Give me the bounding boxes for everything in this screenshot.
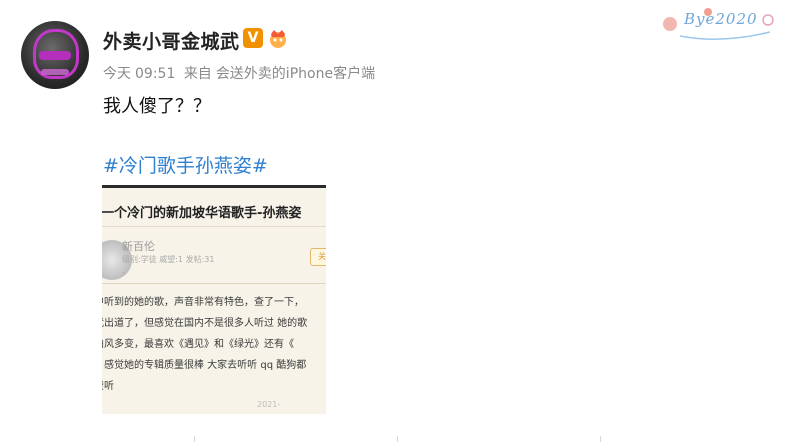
image-line: 曲风多变，最喜欢《遇见》和《绿光》还有《 bbox=[102, 339, 294, 350]
image-line: 就出道了，但感觉在国内不是很多人听过 她的歌 bbox=[102, 318, 308, 329]
post-image[interactable]: 荐一个冷门的新加坡华语歌手-孙燕姿 新百伦 级别:学徒 威望:1 发帖:31 -… bbox=[102, 185, 326, 414]
image-author-name: 新百伦 bbox=[122, 240, 155, 253]
post-source[interactable]: 会送外卖的iPhone客户端 bbox=[216, 66, 375, 82]
image-author-stats: 级别:学徒 威望:1 发帖:31 bbox=[122, 255, 215, 264]
image-title: 荐一个冷门的新加坡华语歌手-孙燕姿 bbox=[102, 206, 302, 221]
post-time[interactable]: 09:51 bbox=[135, 66, 175, 82]
bye2020-text: Bye2020 bbox=[684, 10, 758, 28]
image-divider bbox=[102, 226, 326, 227]
image-footer: 2021- bbox=[257, 400, 281, 409]
image-line: 中听到的她的歌，声音非常有特色，查了一下， bbox=[102, 297, 304, 308]
image-line: 费听 bbox=[102, 381, 114, 392]
image-line: 》感觉她的专辑质量很棒 大家去听听 qq 酷狗都 bbox=[102, 360, 307, 371]
image-separator bbox=[102, 283, 326, 284]
verified-v-badge-icon: V bbox=[243, 28, 263, 48]
image-follow-tag: 关 bbox=[310, 248, 326, 266]
action-bar-dividers bbox=[0, 436, 800, 442]
hashtag-link[interactable]: #冷门歌手孙燕姿# bbox=[103, 151, 268, 178]
image-body: 中听到的她的歌，声音非常有特色，查了一下， 就出道了，但感觉在国内不是很多人听过… bbox=[102, 292, 326, 397]
time-prefix: 今天 bbox=[103, 66, 131, 82]
avatar-visor bbox=[39, 51, 71, 60]
image-author-dot: - bbox=[122, 268, 125, 277]
post-meta: 今天 09:51 来自 会送外卖的iPhone客户端 bbox=[103, 63, 379, 83]
avatar-chin bbox=[41, 69, 69, 75]
user-avatar[interactable] bbox=[21, 21, 89, 89]
crown-badge-icon bbox=[270, 30, 286, 48]
username[interactable]: 外卖小哥金城武 bbox=[103, 27, 240, 54]
source-prefix: 来自 bbox=[183, 66, 212, 82]
post-text: 我人傻了？？ bbox=[103, 96, 211, 117]
